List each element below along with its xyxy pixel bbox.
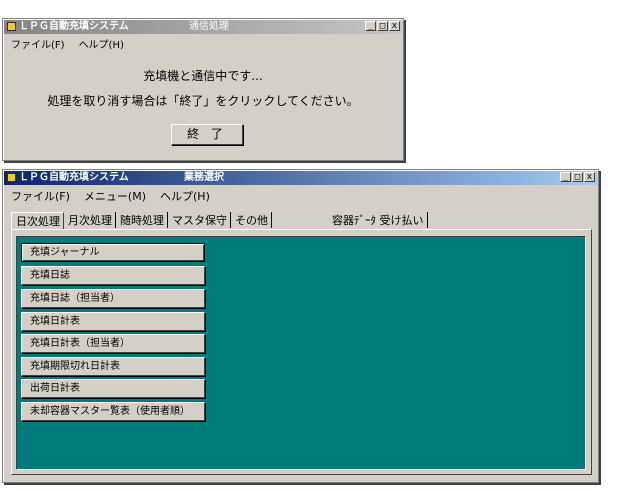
tab-daily[interactable]: 日次処理: [11, 212, 64, 230]
end-button[interactable]: 終 了: [171, 124, 243, 145]
maximize-button[interactable]: □: [377, 21, 388, 31]
window-subtitle: 業務選択: [184, 172, 224, 183]
title-bar[interactable]: ＬＰＧ自動充填システム 業務選択 _ □ x: [4, 171, 597, 185]
menu-file[interactable]: ファイル(F): [7, 36, 69, 51]
report-button-expired-summary[interactable]: 充填期限切れ日計表: [21, 357, 205, 376]
tab-other[interactable]: その他: [231, 212, 272, 228]
report-button-shipping-summary[interactable]: 出荷日計表: [21, 379, 205, 398]
minimize-button[interactable]: _: [365, 21, 376, 31]
window-subtitle: 通信処理: [189, 21, 229, 32]
tab-adhoc[interactable]: 随時処理: [116, 212, 168, 228]
close-button[interactable]: x: [584, 172, 595, 182]
app-icon: [7, 22, 16, 31]
menu-bar: ファイル(F) メニュー(M) ヘルプ(H): [7, 188, 220, 204]
report-button-daily-summary-staff[interactable]: 充填日計表（担当者）: [21, 334, 205, 353]
report-button-filling-log-staff[interactable]: 充填日誌（担当者）: [21, 289, 205, 308]
maximize-button[interactable]: □: [572, 172, 583, 182]
communication-window: ＬＰＧ自動充填システム 通信処理 _ □ x ファイル(F) ヘルプ(H) 充填…: [2, 18, 404, 161]
tab-container-data[interactable]: 容器ﾃﾞｰﾀ 受け払い: [272, 212, 428, 228]
status-message: 充填機と通信中です...: [143, 69, 263, 83]
close-button[interactable]: x: [389, 21, 400, 31]
report-button-filling-journal[interactable]: 充填ジャーナル: [21, 243, 205, 262]
report-button-container-master-list[interactable]: 未却容器マスター覧表（使用者順）: [21, 402, 205, 421]
tab-master[interactable]: マスタ保守: [168, 212, 231, 228]
menu-help[interactable]: ヘルプ(H): [75, 36, 128, 51]
menu-bar: ファイル(F) ヘルプ(H): [7, 36, 134, 51]
tab-strip: 日次処理 月次処理 随時処理 マスタ保守 その他 容器ﾃﾞｰﾀ 受け払い: [11, 212, 428, 230]
app-title: ＬＰＧ自動充填システム: [19, 21, 129, 32]
app-title: ＬＰＧ自動充填システム: [19, 172, 129, 183]
minimize-button[interactable]: _: [560, 172, 571, 182]
menu-menu[interactable]: メニュー(M): [80, 188, 150, 204]
tab-monthly[interactable]: 月次処理: [64, 212, 116, 228]
report-button-daily-summary[interactable]: 充填日計表: [21, 312, 205, 331]
title-bar[interactable]: ＬＰＧ自動充填システム 通信処理 _ □ x: [4, 20, 402, 34]
menu-file[interactable]: ファイル(F): [7, 188, 74, 204]
menu-help[interactable]: ヘルプ(H): [156, 188, 214, 204]
instruction-message: 処理を取り消す場合は「終了」をクリックしてください。: [47, 94, 359, 108]
business-selection-window: ＬＰＧ自動充填システム 業務選択 _ □ x ファイル(F) メニュー(M) ヘ…: [2, 169, 599, 483]
report-button-filling-log[interactable]: 充填日誌: [21, 266, 205, 285]
app-icon: [7, 173, 16, 182]
